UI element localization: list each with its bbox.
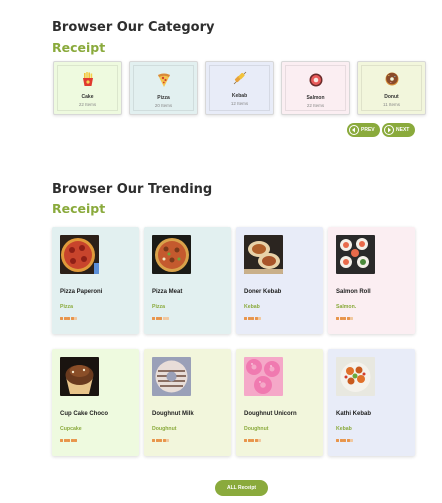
- rating: [244, 317, 261, 320]
- next-button[interactable]: NEXT: [382, 123, 415, 137]
- rating: [60, 439, 77, 442]
- rating-star-icon: [152, 317, 155, 320]
- trending-card[interactable]: Kathi Kebab Kebab: [328, 349, 415, 456]
- trending-card[interactable]: Pizza Paperoni Pizza: [52, 227, 139, 334]
- trending-card[interactable]: Cup Cake Choco Cupcake: [52, 349, 139, 456]
- trending-item-category: Cupcake: [60, 426, 82, 432]
- rating: [152, 317, 169, 320]
- trending-card[interactable]: Doughnut Milk Doughnut: [144, 349, 231, 456]
- salmon-roll-image: [336, 235, 375, 274]
- pizza-meat-image: [152, 235, 191, 274]
- trending-item-category: Kebab: [336, 426, 352, 432]
- rating-star-icon: [166, 317, 169, 320]
- category-title: Browser Our Category: [52, 20, 215, 35]
- category-subtitle: Receipt: [52, 40, 106, 55]
- all-receipt-button[interactable]: ALL Receipt: [215, 480, 268, 496]
- rating: [244, 439, 261, 442]
- rating-star-icon: [336, 439, 339, 442]
- category-name: Salmon: [306, 95, 325, 101]
- category-card-cake[interactable]: Cake 22 Items: [53, 61, 122, 115]
- rating-star-icon: [244, 317, 247, 320]
- trending-item-name: Doughnut Milk: [152, 411, 194, 417]
- rating-star-icon: [350, 317, 353, 320]
- category-card-kebab[interactable]: Kebab 12 Items: [205, 61, 274, 115]
- trending-item-category: Pizza: [152, 304, 165, 310]
- rating-star-icon: [166, 439, 169, 442]
- arrow-left-icon: [349, 125, 359, 135]
- rating: [152, 439, 169, 442]
- trending-item-category: Doughnut: [244, 426, 269, 432]
- pizza-icon: [156, 72, 172, 88]
- arrow-right-icon: [384, 125, 394, 135]
- category-count: 22 Items: [78, 102, 97, 107]
- rating-star-icon: [67, 317, 70, 320]
- rating-star-icon: [343, 439, 346, 442]
- trending-card[interactable]: Doughnut Unicorn Doughnut: [236, 349, 323, 456]
- trending-item-name: Kathi Kebab: [336, 411, 372, 417]
- rating-star-icon: [67, 439, 70, 442]
- category-count: 11 Items: [383, 102, 400, 107]
- rating-star-icon: [343, 317, 346, 320]
- category-name: Donut: [384, 94, 399, 100]
- category-count: 12 Items: [230, 101, 249, 106]
- category-count: 22 Items: [306, 103, 325, 108]
- category-name: Pizza: [157, 95, 170, 101]
- rating-star-icon: [251, 439, 254, 442]
- fries-icon: [80, 71, 96, 87]
- rating-star-icon: [350, 439, 353, 442]
- category-name: Kebab: [231, 93, 248, 99]
- rating-star-icon: [74, 317, 77, 320]
- rating-star-icon: [244, 439, 247, 442]
- trending-item-name: Pizza Paperoni: [60, 289, 103, 295]
- trending-item-name: Cup Cake Choco: [60, 411, 109, 417]
- rating-star-icon: [152, 439, 155, 442]
- category-card-salmon[interactable]: Salmon 22 Items: [281, 61, 350, 115]
- trending-item-category: Salmon.: [336, 304, 357, 310]
- trending-subtitle: Receipt: [52, 201, 106, 216]
- trending-item-name: Doughnut Unicorn: [244, 411, 297, 417]
- doughnut-milk-image: [152, 357, 191, 396]
- trending-item-name: Pizza Meat: [152, 289, 183, 295]
- rating-star-icon: [258, 439, 261, 442]
- pizza-pepperoni-image: [60, 235, 99, 274]
- rating-star-icon: [60, 317, 63, 320]
- category-card-donut[interactable]: Donut 11 Items: [357, 61, 426, 115]
- rating-star-icon: [258, 317, 261, 320]
- rating-star-icon: [159, 439, 162, 442]
- trending-card[interactable]: Pizza Meat Pizza: [144, 227, 231, 334]
- kebab-icon: [232, 70, 248, 86]
- trending-item-category: Doughnut: [152, 426, 177, 432]
- trending-item-name: Salmon Roll: [336, 289, 371, 295]
- category-name: Cake: [81, 94, 94, 100]
- category-card-pizza[interactable]: Pizza 20 Items: [129, 61, 198, 115]
- rating: [60, 317, 77, 320]
- donut-icon: [384, 71, 400, 87]
- rating-star-icon: [60, 439, 63, 442]
- rating: [336, 317, 353, 320]
- trending-item-name: Doner Kebab: [244, 289, 282, 295]
- trending-item-category: Pizza: [60, 304, 73, 310]
- rating-star-icon: [336, 317, 339, 320]
- rating-star-icon: [159, 317, 162, 320]
- trending-card[interactable]: Doner Kebab Kebab: [236, 227, 323, 334]
- rating: [336, 439, 353, 442]
- category-count: 20 Items: [154, 103, 173, 108]
- next-label: NEXT: [396, 127, 410, 133]
- rating-star-icon: [74, 439, 77, 442]
- trending-title: Browser Our Trending: [52, 182, 213, 197]
- salmon-icon: [308, 72, 324, 88]
- trending-item-category: Kebab: [244, 304, 260, 310]
- kathi-kebab-image: [336, 357, 375, 396]
- cupcake-image: [60, 357, 99, 396]
- prev-label: PREV: [361, 127, 375, 133]
- doughnut-unicorn-image: [244, 357, 283, 396]
- trending-card[interactable]: Salmon Roll Salmon.: [328, 227, 415, 334]
- prev-button[interactable]: PREV: [347, 123, 380, 137]
- doner-kebab-image: [244, 235, 283, 274]
- rating-star-icon: [251, 317, 254, 320]
